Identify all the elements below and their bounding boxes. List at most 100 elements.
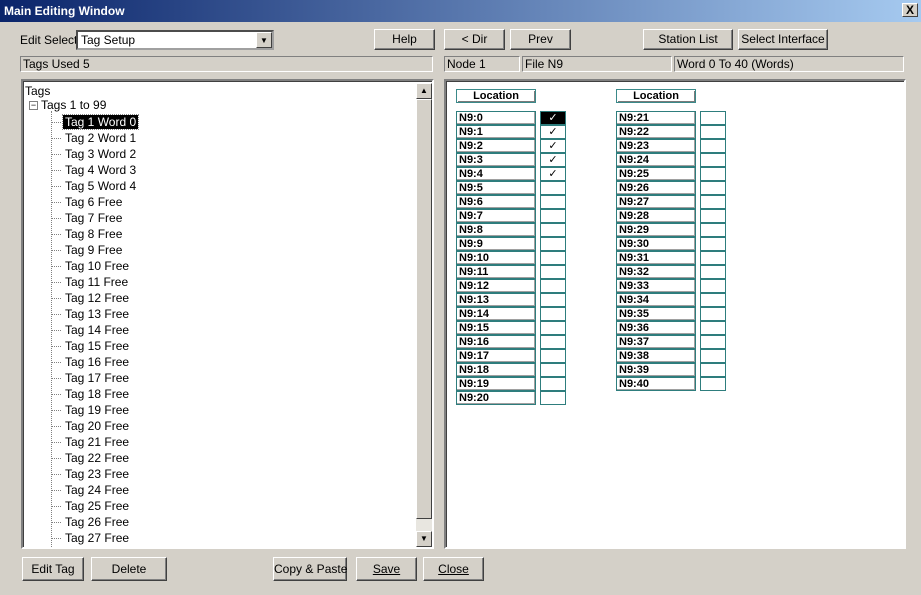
arrow-down-icon[interactable]: ▼ — [416, 531, 432, 547]
location-checkbox[interactable] — [700, 321, 726, 335]
check-icon: ✓ — [548, 126, 558, 138]
location-address: N9:37 — [616, 335, 696, 349]
location-checkbox[interactable] — [700, 223, 726, 237]
help-button[interactable]: Help — [374, 29, 435, 50]
location-checkbox[interactable] — [540, 279, 566, 293]
tree-item[interactable]: Tag 24 Free — [51, 482, 131, 498]
tree-item[interactable]: Tag 14 Free — [51, 322, 131, 338]
delete-button[interactable]: Delete — [91, 557, 167, 581]
tree-item[interactable]: Tag 12 Free — [51, 290, 131, 306]
tree-branch-line — [51, 314, 61, 316]
location-checkbox[interactable] — [540, 321, 566, 335]
tree-branch-line — [51, 202, 61, 204]
tree-root[interactable]: Tags — [25, 84, 50, 98]
tree-item[interactable]: Tag 27 Free — [51, 530, 131, 546]
location-checkbox-checked[interactable]: ✓ — [540, 167, 566, 181]
vertical-scrollbar[interactable]: ▲ ▼ — [416, 83, 432, 547]
tree-item[interactable]: Tag 1 Word 0 — [51, 114, 140, 130]
location-checkbox[interactable] — [540, 363, 566, 377]
tree-item[interactable]: Tag 15 Free — [51, 338, 131, 354]
tree-item[interactable]: Tag 13 Free — [51, 306, 131, 322]
location-checkbox[interactable] — [540, 209, 566, 223]
copy-paste-button[interactable]: Copy & Paste — [273, 557, 347, 581]
tree-item[interactable]: Tag 3 Word 2 — [51, 146, 138, 162]
location-checkbox[interactable] — [540, 391, 566, 405]
location-checkbox[interactable] — [540, 237, 566, 251]
tree-item[interactable]: Tag 16 Free — [51, 354, 131, 370]
location-checkbox-checked[interactable]: ✓ — [540, 111, 566, 125]
chevron-down-icon[interactable]: ▼ — [256, 32, 272, 48]
dir-button[interactable]: < Dir — [444, 29, 505, 50]
location-checkbox[interactable] — [700, 153, 726, 167]
select-interface-button[interactable]: Select Interface — [738, 29, 828, 50]
tree-item[interactable]: Tag 20 Free — [51, 418, 131, 434]
location-checkbox[interactable] — [700, 293, 726, 307]
location-checkbox[interactable] — [540, 293, 566, 307]
tree-item[interactable]: Tag 4 Word 3 — [51, 162, 138, 178]
location-checkbox[interactable] — [540, 377, 566, 391]
location-checkbox[interactable] — [700, 209, 726, 223]
location-checkbox[interactable] — [700, 167, 726, 181]
location-checkbox[interactable] — [540, 335, 566, 349]
location-checkbox[interactable] — [540, 265, 566, 279]
tree-item[interactable]: Tag 10 Free — [51, 258, 131, 274]
tree-item[interactable]: Tag 23 Free — [51, 466, 131, 482]
location-checkbox[interactable] — [700, 307, 726, 321]
tree-item[interactable]: Tag 9 Free — [51, 242, 124, 258]
location-checkbox[interactable] — [700, 335, 726, 349]
tree-item[interactable]: Tag 22 Free — [51, 450, 131, 466]
location-checkbox[interactable] — [540, 251, 566, 265]
location-checkbox[interactable] — [700, 363, 726, 377]
tree-item[interactable]: Tag 7 Free — [51, 210, 124, 226]
tree-item[interactable]: Tag 25 Free — [51, 498, 131, 514]
tree-item[interactable]: Tag 18 Free — [51, 386, 131, 402]
location-checkbox[interactable] — [700, 265, 726, 279]
tag-tree[interactable]: Tags − Tags 1 to 99 Tag 1 Word 0 Tag 2 Wor… — [21, 79, 434, 549]
location-checkbox[interactable] — [540, 307, 566, 321]
tree-item[interactable]: Tag 21 Free — [51, 434, 131, 450]
location-checkbox[interactable] — [700, 181, 726, 195]
tree-item[interactable]: Tag 19 Free — [51, 402, 131, 418]
location-checkbox[interactable] — [700, 377, 726, 391]
close-button[interactable]: Close — [423, 557, 484, 581]
tree-item[interactable]: Tag 2 Word 1 — [51, 130, 138, 146]
tree-item[interactable]: Tag 17 Free — [51, 370, 131, 386]
location-checkbox-checked[interactable]: ✓ — [540, 125, 566, 139]
tree-item-label: Tag 8 Free — [65, 227, 123, 241]
close-window-button[interactable]: X — [902, 3, 918, 17]
scrollbar-thumb[interactable] — [416, 99, 432, 519]
location-checkbox-checked[interactable]: ✓ — [540, 153, 566, 167]
tree-item-label: Tag 27 Free — [65, 531, 130, 545]
location-checkbox[interactable] — [540, 181, 566, 195]
tree-item[interactable]: Tag 5 Word 4 — [51, 178, 138, 194]
location-address: N9:15 — [456, 321, 536, 335]
minus-box-icon[interactable]: − — [29, 101, 38, 111]
location-checkbox[interactable] — [700, 195, 726, 209]
tree-group[interactable]: − Tags 1 to 99 — [29, 98, 106, 112]
arrow-up-icon[interactable]: ▲ — [416, 83, 432, 99]
tree-item[interactable]: Tag 11 Free — [51, 274, 130, 290]
location-checkbox[interactable] — [540, 195, 566, 209]
edit-select-dropdown[interactable]: Tag Setup ▼ — [76, 30, 274, 50]
location-address: N9:6 — [456, 195, 536, 209]
station-list-button[interactable]: Station List — [643, 29, 733, 50]
location-checkbox[interactable] — [700, 237, 726, 251]
location-checkbox-checked[interactable]: ✓ — [540, 139, 566, 153]
location-checkbox[interactable] — [700, 251, 726, 265]
location-checkbox[interactable] — [700, 111, 726, 125]
tree-branch-line — [51, 426, 61, 428]
location-checkbox[interactable] — [700, 139, 726, 153]
location-header-2: Location — [616, 89, 696, 103]
save-button[interactable]: Save — [356, 557, 417, 581]
tree-item[interactable]: Tag 26 Free — [51, 514, 131, 530]
location-checkbox[interactable] — [540, 349, 566, 363]
location-checkbox[interactable] — [700, 279, 726, 293]
location-checkbox[interactable] — [540, 223, 566, 237]
tree-branch-line — [51, 330, 61, 332]
edit-tag-button[interactable]: Edit Tag — [22, 557, 84, 581]
prev-button[interactable]: Prev — [510, 29, 571, 50]
location-checkbox[interactable] — [700, 349, 726, 363]
tree-item[interactable]: Tag 8 Free — [51, 226, 124, 242]
tree-item[interactable]: Tag 6 Free — [51, 194, 124, 210]
location-checkbox[interactable] — [700, 125, 726, 139]
